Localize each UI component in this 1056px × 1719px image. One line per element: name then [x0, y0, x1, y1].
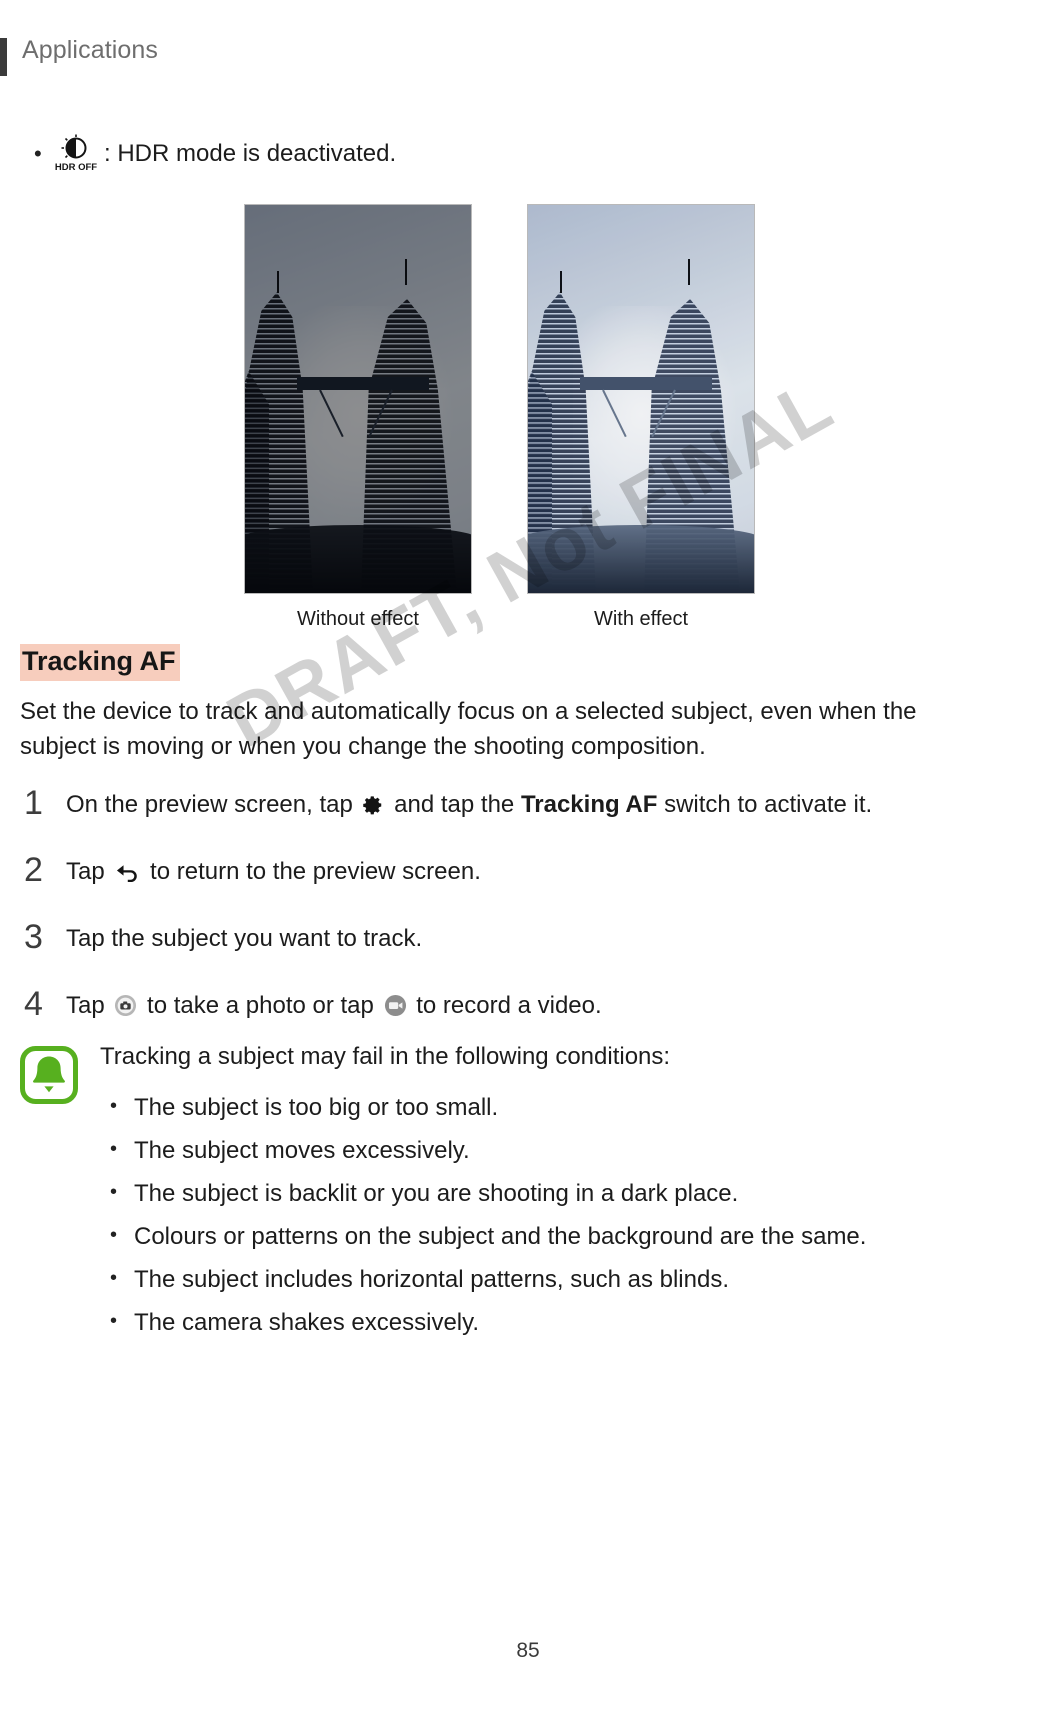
- page-header: Applications: [0, 36, 1056, 76]
- step-text: Tap to take a photo or tap to record a v…: [66, 987, 602, 1027]
- back-arrow-icon: [114, 859, 140, 893]
- step-text: Tap the subject you want to track.: [66, 925, 423, 952]
- sample-photos-row: Without effect With effect: [0, 204, 1056, 630]
- svg-text:HDR OFF: HDR OFF: [55, 162, 97, 173]
- step-text-suffix: to return to the preview screen.: [143, 858, 481, 885]
- sample-photo-without-hdr: [244, 204, 472, 594]
- list-item: The subject is backlit or you are shooti…: [100, 1175, 980, 1211]
- bullet-marker: •: [34, 141, 42, 166]
- step-text: On the preview screen, tap and tap the T…: [66, 786, 872, 826]
- video-record-icon: [384, 993, 407, 1027]
- step-item: 3 Tap the subject you want to track.: [20, 920, 980, 966]
- step-item: 2 Tap to return to the preview screen.: [20, 853, 980, 899]
- step-number: 4: [24, 985, 43, 1023]
- podium-base: [245, 525, 471, 593]
- list-item: The subject includes horizontal patterns…: [100, 1261, 980, 1297]
- manual-page: Applications • HDR OFF : HDR mode is dea…: [0, 0, 1056, 1719]
- list-item: The subject is too big or too small.: [100, 1089, 980, 1125]
- bell-note-icon: [20, 1046, 78, 1104]
- skybridge: [297, 377, 429, 390]
- step-number: 1: [24, 784, 43, 822]
- header-rule: [0, 38, 7, 76]
- step-text-prefix: Tap: [66, 858, 112, 885]
- steps-list: 1 On the preview screen, tap and tap the…: [20, 786, 980, 1054]
- hdr-off-description: : HDR mode is deactivated.: [104, 140, 397, 167]
- hdr-off-bullet-item: • HDR OFF : HDR mode is deactivated.: [20, 134, 980, 174]
- list-item: The subject moves excessively.: [100, 1132, 980, 1168]
- gear-icon: [362, 792, 384, 826]
- step-text-prefix: On the preview screen, tap: [66, 791, 360, 818]
- hdr-off-icon: HDR OFF: [50, 134, 102, 174]
- step-text-suffix: to record a video.: [409, 992, 602, 1019]
- camera-shutter-icon: [114, 993, 137, 1027]
- step-item: 4 Tap to take a photo or tap to record a…: [20, 987, 980, 1033]
- page-title: Applications: [22, 36, 159, 64]
- step-number: 3: [24, 918, 43, 956]
- step-text-prefix: Tap: [66, 992, 112, 1019]
- skybridge: [580, 377, 712, 390]
- sample-photo-with-hdr: [527, 204, 755, 594]
- caption-without-effect: Without effect: [297, 608, 419, 630]
- list-item: Colours or patterns on the subject and t…: [100, 1218, 980, 1254]
- step-item: 1 On the preview screen, tap and tap the…: [20, 786, 980, 832]
- step-number: 2: [24, 851, 43, 889]
- note-title: Tracking a subject may fail in the follo…: [100, 1043, 671, 1070]
- note-callout: Tracking a subject may fail in the follo…: [20, 1040, 980, 1349]
- note-body: Tracking a subject may fail in the follo…: [100, 1040, 980, 1349]
- caption-with-effect: With effect: [593, 608, 689, 630]
- podium-base: [528, 525, 754, 593]
- step-text: Tap to return to the preview screen.: [66, 853, 481, 893]
- note-conditions-list: The subject is too big or too small. The…: [100, 1089, 980, 1340]
- step-text-middle: to take a photo or tap: [140, 992, 381, 1019]
- list-item: The camera shakes excessively.: [100, 1304, 980, 1340]
- section-heading-tracking-af: Tracking AF: [20, 644, 180, 681]
- section-paragraph: Set the device to track and automaticall…: [20, 698, 917, 760]
- step-text-suffix: switch to activate it.: [657, 791, 873, 818]
- step-text-middle: and tap the: [387, 791, 521, 818]
- step-text-bold: Tracking AF: [520, 791, 658, 818]
- page-number: 85: [516, 1639, 540, 1662]
